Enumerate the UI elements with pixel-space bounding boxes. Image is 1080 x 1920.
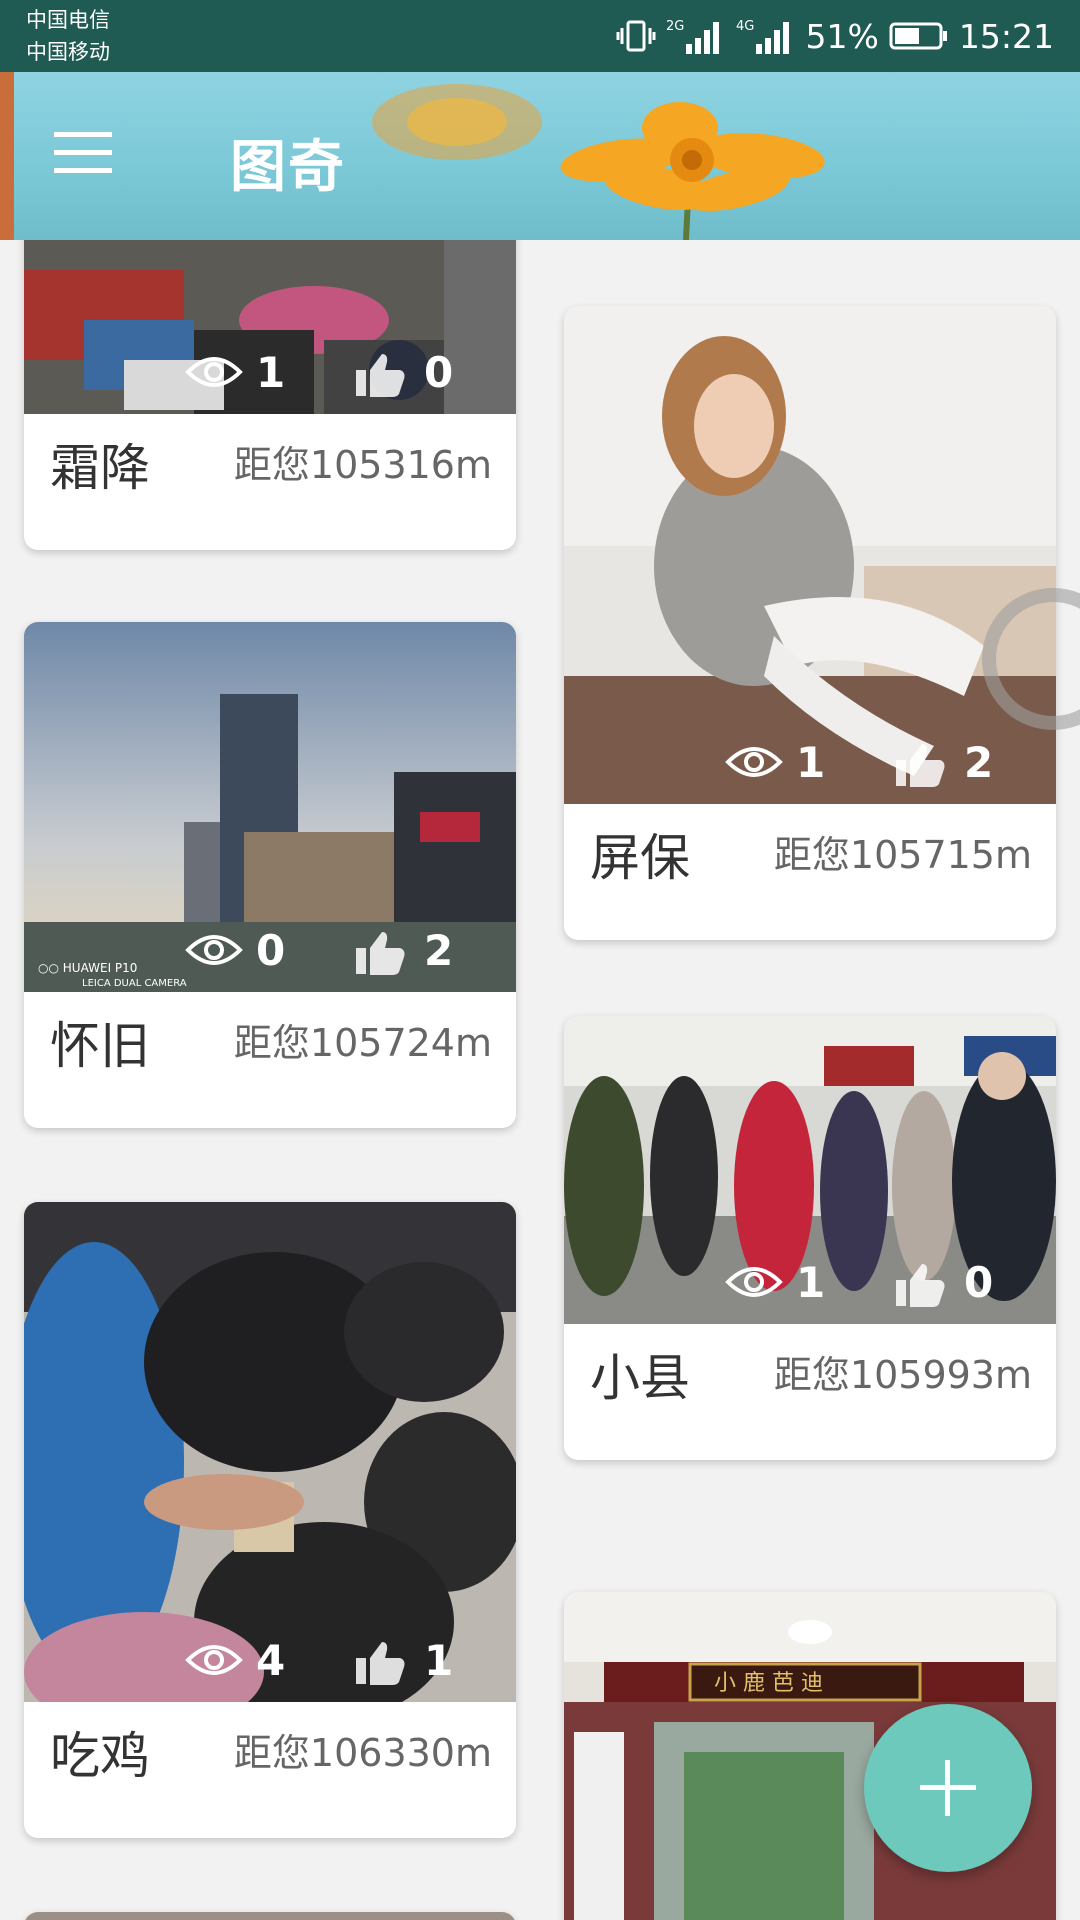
- like-count: 2: [964, 738, 994, 787]
- card-distance: 距您105715m: [773, 833, 1032, 877]
- photo-stats: 0 2: [24, 924, 516, 980]
- card-title: 屏保: [590, 829, 690, 887]
- like-count: 0: [964, 1258, 994, 1307]
- thumbs-up-icon: [356, 1642, 405, 1685]
- card-distance: 距您105993m: [773, 1353, 1032, 1397]
- loading-spinner-icon: [982, 588, 1080, 730]
- card-title: 小县: [590, 1349, 690, 1407]
- photo-card[interactable]: 4 1 吃鸡 距您106330m: [24, 1202, 516, 1838]
- like-count: 2: [424, 926, 454, 975]
- view-count: 1: [256, 348, 286, 397]
- card-title: 吃鸡: [50, 1727, 150, 1785]
- net-type-2: 4G: [736, 19, 754, 34]
- photo-image: 1 0: [564, 1016, 1056, 1324]
- photo-card[interactable]: ○○ HUAWEI P10 LEICA DUAL CAMERA 0 2 怀旧 距…: [24, 622, 516, 1128]
- battery-percent: 51%: [805, 16, 879, 56]
- photo-image: 1 0: [24, 240, 516, 414]
- header-flower-blurred: [372, 84, 542, 160]
- view-count: 1: [796, 1258, 826, 1307]
- svg-text:小 鹿 芭 迪: 小 鹿 芭 迪: [714, 1671, 823, 1696]
- card-distance: 距您106330m: [233, 1731, 492, 1775]
- thumbs-up-icon: [896, 1264, 945, 1307]
- like-count: 1: [424, 1636, 454, 1685]
- clock: 15:21: [958, 16, 1054, 56]
- eye-icon: [725, 747, 783, 777]
- card-footer: 小县 距您105993m: [564, 1324, 1056, 1460]
- photo-image: 4 1: [24, 1202, 516, 1702]
- vibrate-icon: [616, 18, 656, 54]
- carrier-primary: 中国电信: [26, 8, 110, 32]
- eye-icon: [725, 1267, 783, 1297]
- signal-icon-sim2: 4G: [736, 16, 796, 56]
- card-distance: 距您105316m: [233, 443, 492, 487]
- app-toolbar: 图奇: [0, 72, 1080, 240]
- status-indicators: 2G 4G 51% 15:21: [616, 16, 1054, 56]
- add-photo-button[interactable]: [864, 1704, 1032, 1872]
- thumbs-up-icon: [356, 932, 405, 975]
- card-title: 霜降: [50, 439, 150, 497]
- photo-stats: 1 0: [564, 1256, 1056, 1312]
- app-title: 图奇: [230, 135, 346, 200]
- photo-card[interactable]: 1 0 霜降 距您105316m: [24, 240, 516, 550]
- card-distance: 距您105724m: [233, 1021, 492, 1065]
- carrier-secondary: 中国移动: [26, 40, 110, 64]
- eye-icon: [185, 935, 243, 965]
- card-footer: 吃鸡 距您106330m: [24, 1702, 516, 1838]
- card-title: 怀旧: [50, 1017, 150, 1075]
- header-flower: [560, 102, 825, 240]
- like-count: 0: [424, 348, 454, 397]
- photo-stats: 1 0: [24, 346, 516, 402]
- status-bar: 中国电信 中国移动 2G 4G 51% 15:21: [0, 0, 1080, 72]
- view-count: 0: [256, 926, 286, 975]
- photo-card[interactable]: [24, 1912, 516, 1920]
- menu-icon[interactable]: [54, 132, 112, 174]
- photo-card[interactable]: 1 0 小县 距您105993m: [564, 1016, 1056, 1460]
- photo-image: ○○ HUAWEI P10 LEICA DUAL CAMERA 0 2: [24, 622, 516, 992]
- thumbs-up-icon: [356, 354, 405, 397]
- thumbs-up-icon: [896, 744, 945, 787]
- card-footer: 怀旧 距您105724m: [24, 992, 516, 1128]
- photo-stats: 4 1: [24, 1634, 516, 1690]
- toolbar-edge-accent: [0, 72, 14, 240]
- eye-icon: [185, 357, 243, 387]
- card-footer: 屏保 距您105715m: [564, 804, 1056, 940]
- battery-icon: [889, 21, 949, 51]
- eye-icon: [185, 1645, 243, 1675]
- photo-stats: 1 2: [564, 736, 1056, 792]
- signal-icon-sim1: 2G: [666, 16, 726, 56]
- net-type-1: 2G: [666, 19, 684, 34]
- view-count: 1: [796, 738, 826, 787]
- view-count: 4: [256, 1636, 286, 1685]
- photo-image: [24, 1912, 516, 1920]
- card-footer: 霜降 距您105316m: [24, 414, 516, 550]
- photo-feed[interactable]: 1 0 霜降 距您105316m 1 2 屏保 距您105715m ○○ HUA…: [0, 240, 1080, 1920]
